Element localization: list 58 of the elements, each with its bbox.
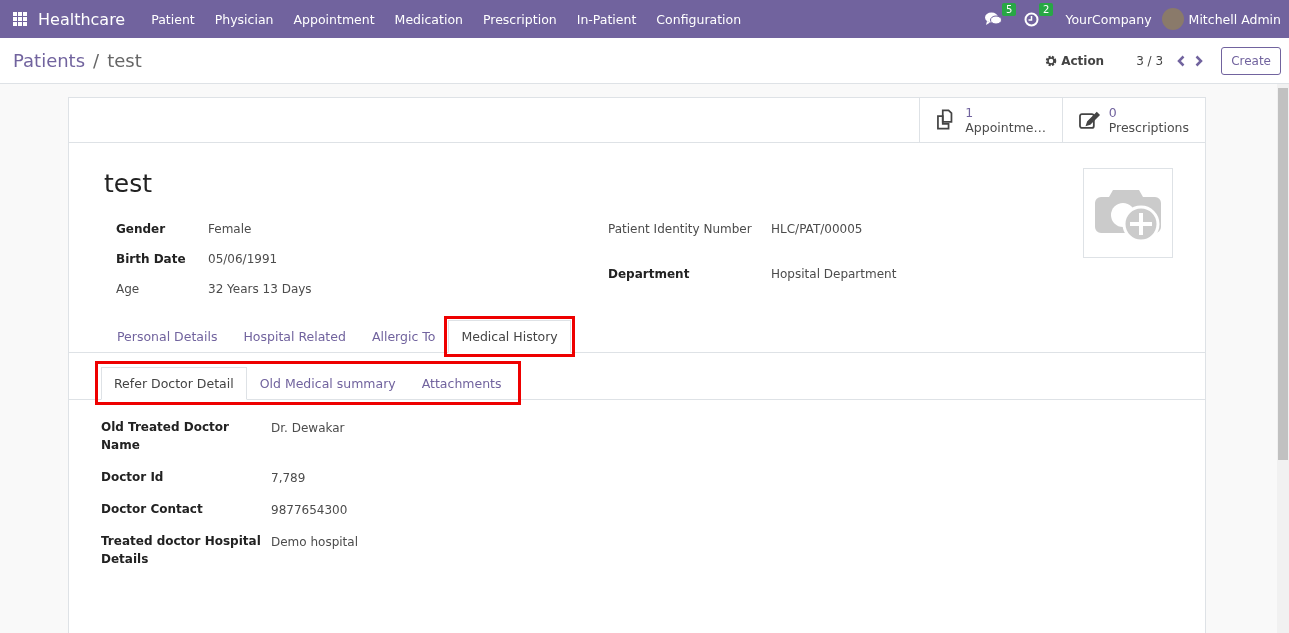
- field-value: Hopsital Department: [771, 266, 897, 283]
- gear-icon: [1045, 54, 1058, 67]
- message-count-badge: 5: [1002, 3, 1017, 16]
- menu-item[interactable]: Configuration: [646, 11, 752, 27]
- field-label: Doctor Id: [101, 469, 165, 486]
- sub-tab[interactable]: Refer Doctor Detail: [101, 367, 247, 400]
- previous-icon[interactable]: [1177, 54, 1186, 67]
- edit-icon: [1079, 110, 1101, 130]
- app-name[interactable]: Healthcare: [28, 9, 142, 29]
- smart-button[interactable]: 1 Appointme…: [919, 98, 1062, 142]
- button-label: Appointme…: [965, 120, 1046, 135]
- smart-button[interactable]: 0 Prescriptions: [1062, 98, 1205, 142]
- field-label: Birth Date: [116, 251, 187, 268]
- button-count: 0: [1108, 105, 1118, 120]
- field-label: Gender: [116, 221, 167, 238]
- menu-item[interactable]: In-Patient: [566, 11, 647, 27]
- breadcrumb-separator: /: [93, 50, 100, 71]
- field-label: Doctor Contact: [101, 501, 204, 518]
- menu-item[interactable]: Physician: [204, 11, 284, 27]
- apps-menu-icon[interactable]: [12, 11, 28, 27]
- field-value: Female: [208, 221, 253, 238]
- field-label: Age: [116, 281, 141, 298]
- field-value: Dr. Dewakar: [271, 420, 346, 437]
- field-value: 7,789: [271, 470, 307, 487]
- field-label: Department: [608, 266, 691, 283]
- tab[interactable]: Personal Details: [104, 320, 231, 353]
- breadcrumb-link[interactable]: Patients: [13, 50, 86, 71]
- pager-value: 3 / 3: [1136, 53, 1164, 68]
- tab[interactable]: Hospital Related: [230, 320, 359, 353]
- field-value: HLC/PAT/00005: [771, 221, 864, 238]
- tab[interactable]: Allergic To: [358, 320, 449, 353]
- field-label: Patient Identity Number: [608, 221, 753, 238]
- scrollbar[interactable]: [1277, 84, 1289, 633]
- create-button[interactable]: Create: [1221, 46, 1281, 75]
- record-name: test: [104, 169, 153, 198]
- action-menu[interactable]: Action: [1045, 53, 1105, 68]
- next-icon[interactable]: [1195, 54, 1204, 67]
- clock-icon[interactable]: [1024, 11, 1040, 27]
- sub-tab[interactable]: Attachments: [408, 367, 515, 400]
- user-menu[interactable]: Mitchell Admin: [1188, 11, 1281, 27]
- field-value: 32 Years 13 Days: [208, 281, 313, 298]
- user-avatar: [1161, 8, 1184, 30]
- menu-item[interactable]: Medication: [384, 11, 473, 27]
- field-value: 05/06/1991: [208, 251, 279, 268]
- sub-tab[interactable]: Old Medical summary: [246, 367, 409, 400]
- menu-item[interactable]: Patient: [141, 11, 205, 27]
- button-label: Prescriptions: [1108, 120, 1189, 135]
- field-value: Demo hospital: [271, 534, 359, 551]
- menu-item[interactable]: Prescription: [472, 11, 567, 27]
- chat-icon[interactable]: [985, 12, 1003, 26]
- field-value: 9877654300: [271, 502, 349, 519]
- button-count: 1: [965, 105, 975, 120]
- breadcrumb-current: test: [107, 50, 142, 71]
- field-label: Treated doctor Hospital Details: [101, 533, 261, 568]
- activity-count-badge: 2: [1039, 2, 1054, 16]
- menu-item[interactable]: Appointment: [283, 11, 385, 27]
- field-label: Old Treated Doctor Name: [101, 419, 230, 454]
- company-switcher[interactable]: YourCompany: [1055, 11, 1162, 27]
